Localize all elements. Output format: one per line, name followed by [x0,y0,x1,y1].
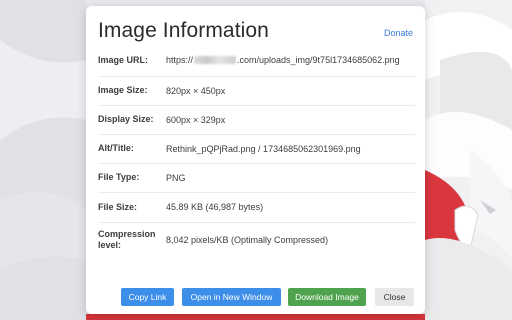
row-value: 8,042 pixels/KB (Optimally Compressed) [166,234,329,245]
row-label: Display Size: [98,114,154,124]
info-row-display-size: Display Size: 600px × 329px [98,105,415,135]
row-value: Rethink_pQPjRad.png / 1734685062301969.p… [166,143,361,154]
row-value: PNG [166,172,186,183]
row-value: 820px × 450px [166,85,226,96]
image-info-dialog: Image Information Donate Image URL: http… [86,6,425,314]
row-value: 45.89 KB (46,987 bytes) [166,202,264,212]
row-value[interactable]: https:// .com/uploads_img/9t75l173468506… [166,44,415,76]
row-label: Image Size: [98,85,148,95]
info-row-file-type: File Type: PNG [98,163,415,193]
download-image-button[interactable]: Download Image [288,288,366,306]
row-label: File Type: [98,172,140,182]
redacted-domain [194,56,237,64]
donate-link[interactable]: Donate [384,28,413,38]
row-value: 600px × 329px [166,114,226,125]
copy-link-button[interactable]: Copy Link [121,288,174,306]
dialog-title: Image Information [98,19,269,42]
info-row-image-size: Image Size: 820px × 450px [98,76,415,106]
info-row-file-size: File Size: 45.89 KB (46,987 bytes) [98,192,415,223]
open-new-window-button[interactable]: Open in New Window [182,288,281,306]
row-label: Alt/Title: [98,143,134,153]
row-label: Image URL: [98,54,149,65]
info-row-compression: Compression level: 8,042 pixels/KB (Opti… [98,222,415,257]
info-row-alt-title: Alt/Title: Rethink_pQPjRad.png / 1734685… [98,134,415,164]
row-label: Compression level: [98,228,156,250]
image-url-suffix: .com/uploads_img/9t75l1734685062.png [237,55,400,65]
close-button[interactable]: Close [375,288,414,306]
info-row-image-url: Image URL: https:// .com/uploads_img/9t7… [98,44,415,77]
image-url-prefix: https:// [166,55,194,65]
row-label: File Size: [98,201,138,212]
